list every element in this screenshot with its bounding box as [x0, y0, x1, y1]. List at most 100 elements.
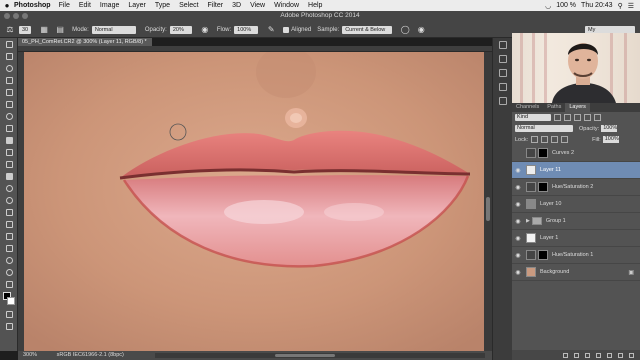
adjustments-panel-button[interactable] [493, 80, 513, 94]
eye-icon[interactable]: ◉ [512, 252, 524, 259]
eye-icon[interactable]: ◉ [512, 269, 524, 276]
aligned-checkbox[interactable] [283, 26, 290, 33]
layer-mask-thumb[interactable] [538, 148, 548, 158]
list-icon[interactable]: ☰ [628, 2, 634, 10]
pen-tool[interactable] [0, 206, 18, 218]
pressure-opacity-icon[interactable]: ◉ [199, 25, 211, 35]
document-profile[interactable]: sRGB IEC61966-2.1 (8bpc) [57, 352, 124, 358]
layer-row-layer-10[interactable]: ◉ Layer 10 [512, 196, 640, 213]
crop-tool[interactable] [0, 86, 18, 98]
menu-view[interactable]: View [250, 2, 265, 9]
history-brush-tool[interactable] [0, 146, 18, 158]
horizontal-scroll-thumb[interactable] [275, 354, 335, 357]
layer-row-curves-2[interactable]: Curves 2 [512, 145, 640, 162]
screen-mode-button[interactable] [0, 320, 18, 332]
blend-mode-select[interactable]: Normal [515, 125, 573, 132]
canvas-vertical-scrollbar[interactable] [484, 52, 492, 351]
menu-help[interactable]: Help [308, 2, 322, 9]
lock-position-icon[interactable] [551, 136, 559, 143]
eye-icon[interactable]: ◉ [512, 184, 524, 191]
menu-3d[interactable]: 3D [232, 2, 241, 9]
kind-filter-select[interactable]: Kind [515, 114, 551, 121]
type-tool[interactable] [0, 218, 18, 230]
lasso-tool[interactable] [0, 62, 18, 74]
menu-file[interactable]: File [59, 2, 70, 9]
pressure-size-icon[interactable]: ◉ [415, 25, 427, 35]
new-group-icon[interactable] [607, 352, 612, 358]
clock[interactable]: Thu 20:43 [581, 2, 613, 9]
link-layers-icon[interactable] [563, 352, 568, 358]
layer-row-hue-saturation-1[interactable]: ◉ Hue/Saturation 1 [512, 247, 640, 264]
history-panel-button[interactable] [493, 38, 513, 52]
opacity-input[interactable]: 20% [169, 25, 192, 34]
eye-icon[interactable]: ◉ [512, 201, 524, 208]
sample-select[interactable]: Current & Below [342, 25, 393, 34]
layer-row-layer-1[interactable]: ◉ Layer 1 [512, 230, 640, 247]
lock-transparency-icon[interactable] [531, 136, 539, 143]
layer-row-layer-11[interactable]: ◉ Layer 11 [512, 162, 640, 179]
eyedropper-tool[interactable] [0, 98, 18, 110]
background-color[interactable] [7, 297, 15, 305]
mode-select[interactable]: Normal [91, 25, 136, 34]
fill-input[interactable]: 100% [602, 136, 619, 143]
vertical-scroll-thumb[interactable] [486, 197, 490, 221]
layer-style-icon[interactable] [574, 352, 579, 358]
blur-tool[interactable] [0, 182, 18, 194]
tab-layers[interactable]: Layers [565, 103, 590, 112]
document-tab[interactable]: 05_PH_ComRet.CR2 @ 300% (Layer 11, RGB/8… [18, 38, 152, 46]
layer-row-group-1[interactable]: ◉ ▶ Group 1 [512, 213, 640, 230]
gradient-tool[interactable] [0, 170, 18, 182]
layer-mask-thumb[interactable] [538, 182, 548, 192]
eye-icon[interactable]: ◉ [512, 218, 524, 225]
clone-source-icon[interactable]: ▤ [54, 25, 66, 35]
new-layer-icon[interactable] [618, 352, 623, 358]
menu-app-name[interactable]: Photoshop [14, 2, 51, 9]
layer-mask-thumb[interactable] [538, 250, 548, 260]
tab-channels[interactable]: Channels [512, 103, 543, 112]
add-mask-icon[interactable] [585, 352, 590, 358]
canvas-horizontal-scrollbar[interactable] [155, 353, 485, 358]
filter-smart-object-icon[interactable] [594, 114, 601, 121]
actions-panel-button[interactable] [493, 52, 513, 66]
healing-brush-tool[interactable] [0, 110, 18, 122]
more-tools[interactable] [0, 278, 18, 290]
filter-type-icon[interactable] [574, 114, 581, 121]
color-swatches[interactable] [0, 290, 18, 308]
quick-select-tool[interactable] [0, 74, 18, 86]
eye-icon[interactable]: ◉ [512, 167, 524, 174]
new-adjustment-icon[interactable] [596, 352, 601, 358]
disclosure-arrow-icon[interactable]: ▶ [526, 218, 530, 224]
move-tool[interactable] [0, 38, 18, 50]
filter-shape-icon[interactable] [584, 114, 591, 121]
shape-tool[interactable] [0, 242, 18, 254]
battery-level[interactable]: 100 % [556, 2, 576, 9]
layer-row-background[interactable]: ◉ Background ▣ [512, 264, 640, 281]
clone-stamp-tool[interactable] [0, 134, 18, 146]
quick-mask-button[interactable] [0, 308, 18, 320]
zoom-tool[interactable] [0, 266, 18, 278]
document-canvas[interactable] [24, 52, 484, 351]
zoom-level[interactable]: 300% [23, 352, 37, 358]
apple-menu-icon[interactable]: ● [0, 1, 14, 10]
menu-layer[interactable]: Layer [128, 2, 146, 9]
path-select-tool[interactable] [0, 230, 18, 242]
dodge-tool[interactable] [0, 194, 18, 206]
layer-row-hue-saturation-2[interactable]: ◉ Hue/Saturation 2 [512, 179, 640, 196]
layer-opacity-input[interactable]: 100% [601, 125, 617, 132]
filter-pixel-icon[interactable] [554, 114, 561, 121]
filter-adjustment-icon[interactable] [564, 114, 571, 121]
airbrush-icon[interactable]: ✎ [265, 25, 277, 35]
marquee-tool[interactable] [0, 50, 18, 62]
wifi-icon[interactable]: ◡ [545, 2, 551, 10]
menu-window[interactable]: Window [274, 2, 299, 9]
eraser-tool[interactable] [0, 158, 18, 170]
menu-edit[interactable]: Edit [79, 2, 91, 9]
menu-select[interactable]: Select [179, 2, 198, 9]
lock-all-icon[interactable] [561, 136, 569, 143]
brush-panel-icon[interactable]: ▦ [38, 25, 50, 35]
ignore-adjustments-icon[interactable]: ◯ [399, 25, 411, 35]
delete-layer-icon[interactable] [629, 352, 634, 358]
menu-type[interactable]: Type [155, 2, 170, 9]
search-icon[interactable]: ⚲ [618, 2, 623, 10]
menu-image[interactable]: Image [100, 2, 119, 9]
